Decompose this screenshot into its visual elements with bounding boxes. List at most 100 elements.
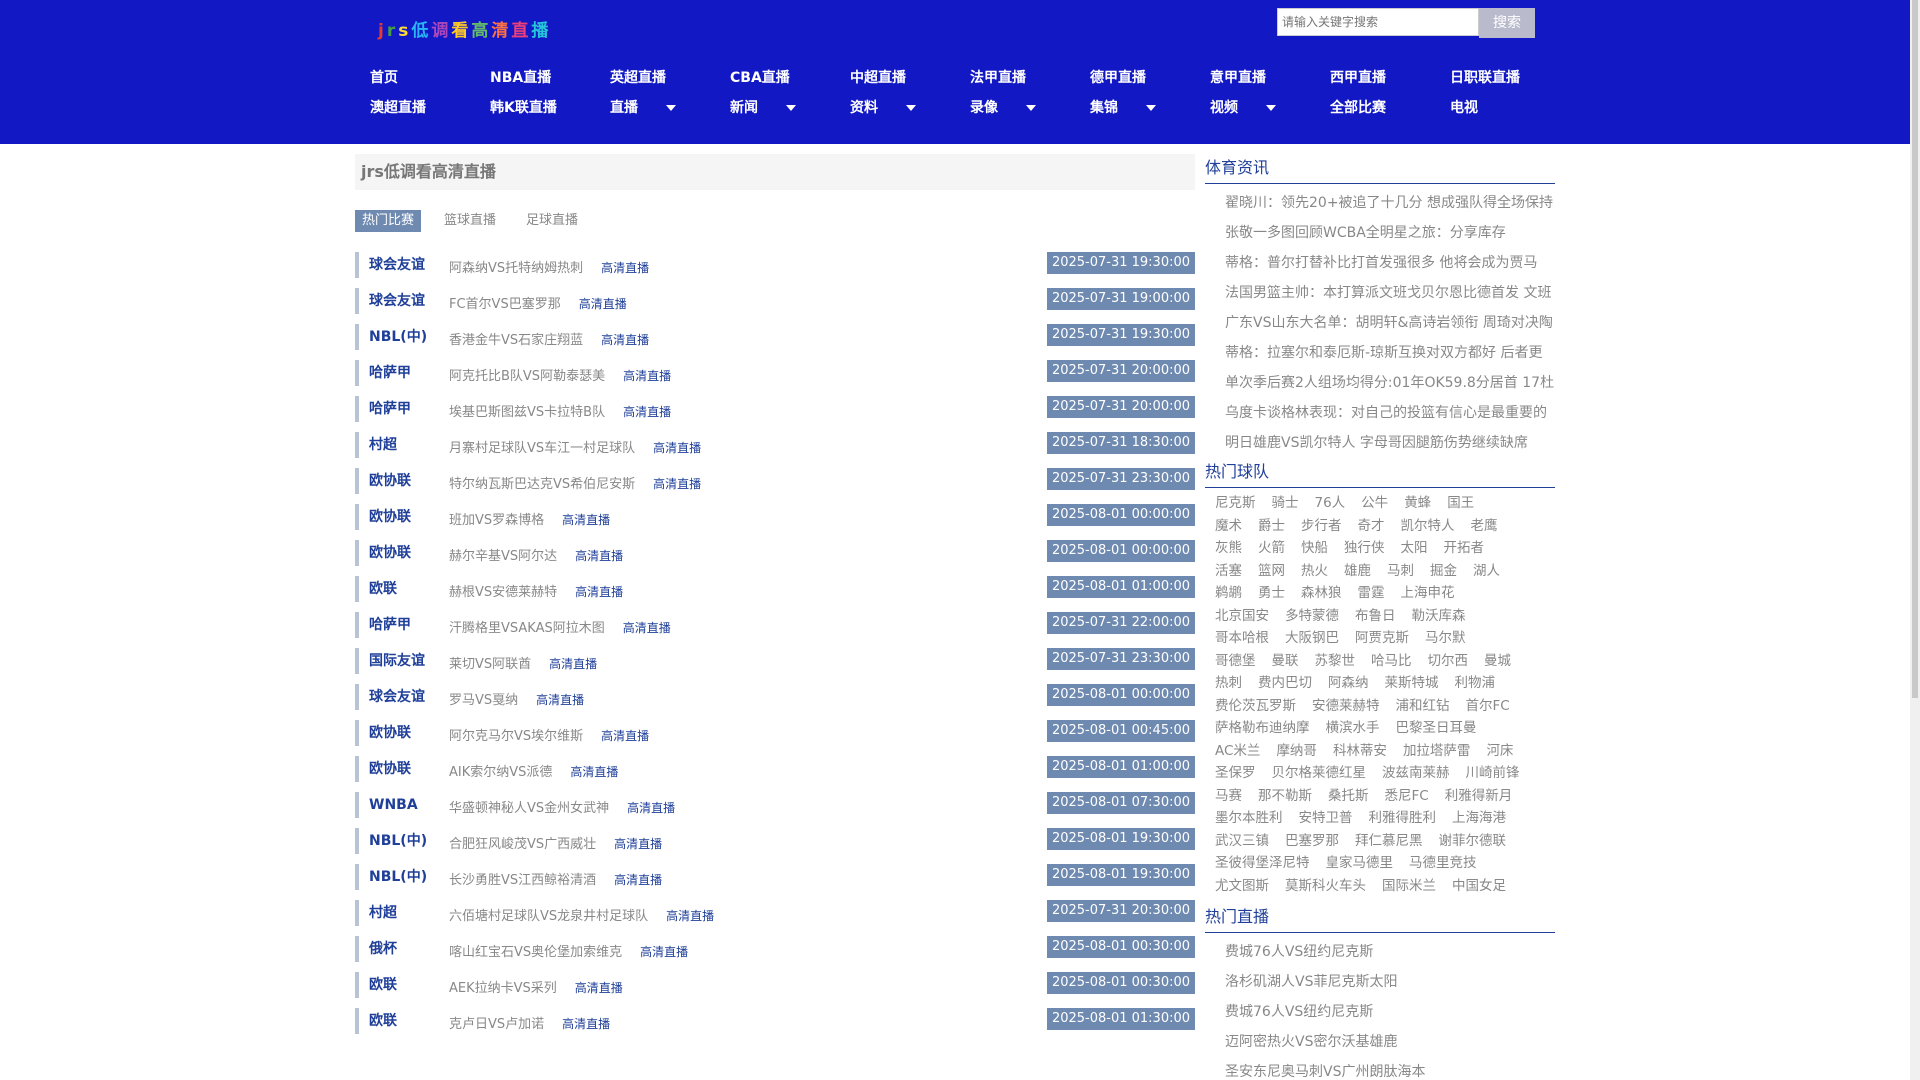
- team-link[interactable]: 莱斯特城: [1385, 675, 1439, 691]
- nav-link[interactable]: 首页: [370, 66, 480, 90]
- team-link[interactable]: 热刺: [1215, 675, 1242, 691]
- news-link[interactable]: 蒂格：普尔打替补比打首发强很多 他将会成为贾马: [1225, 248, 1555, 278]
- team-link[interactable]: 波兹南莱赫: [1382, 765, 1450, 781]
- league-name[interactable]: 欧协联: [355, 720, 411, 746]
- league-name[interactable]: 欧协联: [355, 504, 411, 530]
- news-link[interactable]: 蒂格：拉塞尔和泰厄斯-琼斯互换对双方都好 后者更: [1225, 338, 1555, 368]
- team-link[interactable]: 步行者: [1301, 518, 1342, 534]
- team-link[interactable]: 哈马比: [1371, 653, 1412, 669]
- team-link[interactable]: 悉尼FC: [1385, 788, 1429, 804]
- match-teams[interactable]: 罗马VS戛纳: [449, 693, 518, 708]
- nav-link[interactable]: 德甲直播: [1090, 66, 1200, 90]
- match-teams[interactable]: 汗腾格里VSAKAS阿拉木图: [449, 621, 605, 636]
- team-link[interactable]: 阿贾克斯: [1355, 630, 1409, 646]
- live-link[interactable]: 高清直播: [623, 405, 671, 419]
- live-item-link[interactable]: 洛杉矶湖人VS菲尼克斯太阳: [1225, 967, 1555, 997]
- match-teams[interactable]: 赫尔辛基VS阿尔达: [449, 549, 557, 564]
- news-link[interactable]: 单次季后赛2人组场均得分:01年OK59.8分居首 17杜: [1225, 368, 1555, 398]
- nav-link[interactable]: NBA直播: [490, 66, 600, 90]
- team-link[interactable]: 火箭: [1258, 540, 1285, 556]
- match-teams[interactable]: AEK拉纳卡VS采列: [449, 981, 557, 996]
- team-link[interactable]: 老鹰: [1471, 518, 1498, 534]
- live-link[interactable]: 高清直播: [653, 477, 701, 491]
- team-link[interactable]: 黄蜂: [1404, 495, 1431, 511]
- live-link[interactable]: 高清直播: [575, 981, 623, 995]
- team-link[interactable]: 湖人: [1473, 563, 1500, 579]
- news-link[interactable]: 明日雄鹿VS凯尔特人 字母哥因腿筋伤势继续缺席: [1225, 428, 1555, 458]
- league-name[interactable]: 欧协联: [355, 468, 411, 494]
- team-link[interactable]: 安德莱赫特: [1312, 698, 1380, 714]
- team-link[interactable]: 雄鹿: [1344, 563, 1371, 579]
- nav-link[interactable]: 电视: [1450, 96, 1560, 120]
- team-link[interactable]: 北京国安: [1215, 608, 1269, 624]
- team-link[interactable]: 曼城: [1484, 653, 1511, 669]
- league-name[interactable]: 球会友谊: [355, 684, 425, 710]
- live-link[interactable]: 高清直播: [549, 657, 597, 671]
- team-link[interactable]: 马刺: [1387, 563, 1414, 579]
- team-link[interactable]: 勒沃库森: [1412, 608, 1466, 624]
- scrollbar-thumb[interactable]: [1912, 0, 1918, 698]
- league-name[interactable]: 村超: [355, 432, 397, 458]
- tab-1[interactable]: 篮球直播: [437, 210, 503, 232]
- league-name[interactable]: 欧协联: [355, 756, 411, 782]
- team-link[interactable]: 川崎前锋: [1466, 765, 1520, 781]
- live-link[interactable]: 高清直播: [575, 585, 623, 599]
- nav-link[interactable]: 中超直播: [850, 66, 960, 90]
- team-link[interactable]: 巴塞罗那: [1285, 833, 1339, 849]
- team-link[interactable]: 苏黎世: [1315, 653, 1356, 669]
- news-link[interactable]: 乌度卡谈格林表现：对自己的投篮有信心是最重要的: [1225, 398, 1555, 428]
- team-link[interactable]: 曼联: [1272, 653, 1299, 669]
- nav-link[interactable]: 韩K联直播: [490, 96, 600, 120]
- team-link[interactable]: 魔术: [1215, 518, 1242, 534]
- team-link[interactable]: 安特卫普: [1299, 810, 1353, 826]
- team-link[interactable]: 墨尔本胜利: [1215, 810, 1283, 826]
- team-link[interactable]: 多特蒙德: [1285, 608, 1339, 624]
- match-teams[interactable]: 月寨村足球队VS车江一村足球队: [449, 441, 635, 456]
- live-link[interactable]: 高清直播: [562, 513, 610, 527]
- team-link[interactable]: 摩纳哥: [1276, 743, 1317, 759]
- live-link[interactable]: 高清直播: [562, 1017, 610, 1031]
- live-link[interactable]: 高清直播: [640, 945, 688, 959]
- team-link[interactable]: 那不勒斯: [1258, 788, 1312, 804]
- league-name[interactable]: 哈萨甲: [355, 396, 411, 422]
- nav-link[interactable]: 日职联直播: [1450, 66, 1560, 90]
- league-name[interactable]: 哈萨甲: [355, 360, 411, 386]
- site-logo[interactable]: jrs低调看高清直播: [378, 16, 551, 41]
- team-link[interactable]: 贝尔格莱德红星: [1272, 765, 1367, 781]
- nav-link[interactable]: 法甲直播: [970, 66, 1080, 90]
- match-teams[interactable]: 埃基巴斯图兹VS卡拉特B队: [449, 405, 605, 420]
- team-link[interactable]: 中国女足: [1452, 878, 1506, 894]
- team-link[interactable]: 利物浦: [1455, 675, 1496, 691]
- live-link[interactable]: 高清直播: [601, 729, 649, 743]
- team-link[interactable]: 尼克斯: [1215, 495, 1256, 511]
- match-teams[interactable]: 长沙勇胜VS江西鲸裕清酒: [449, 873, 596, 888]
- live-item-link[interactable]: 费城76人VS纽约尼克斯: [1225, 937, 1555, 967]
- match-teams[interactable]: 班加VS罗森博格: [449, 513, 544, 528]
- team-link[interactable]: 快船: [1301, 540, 1328, 556]
- league-name[interactable]: 球会友谊: [355, 252, 425, 278]
- team-link[interactable]: 首尔FC: [1466, 698, 1510, 714]
- team-link[interactable]: 马赛: [1215, 788, 1242, 804]
- team-link[interactable]: 国际米兰: [1382, 878, 1436, 894]
- search-button[interactable]: 搜索: [1479, 8, 1535, 38]
- live-link[interactable]: 高清直播: [579, 297, 627, 311]
- live-link[interactable]: 高清直播: [666, 909, 714, 923]
- match-teams[interactable]: 阿克托比B队VS阿勒泰瑟美: [449, 369, 605, 384]
- team-link[interactable]: 开拓者: [1444, 540, 1485, 556]
- team-link[interactable]: 阿森纳: [1328, 675, 1369, 691]
- match-teams[interactable]: AIK索尔纳VS派德: [449, 765, 552, 780]
- live-item-link[interactable]: 迈阿密热火VS密尔沃基雄鹿: [1225, 1027, 1555, 1057]
- team-link[interactable]: 奇才: [1358, 518, 1385, 534]
- team-link[interactable]: 谢菲尔德联: [1439, 833, 1507, 849]
- team-link[interactable]: 国王: [1447, 495, 1474, 511]
- team-link[interactable]: 上海海港: [1452, 810, 1506, 826]
- team-link[interactable]: 横滨水手: [1326, 720, 1380, 736]
- team-link[interactable]: 76人: [1315, 495, 1346, 511]
- team-link[interactable]: 马德里竞技: [1409, 855, 1477, 871]
- nav-dropdown[interactable]: 视频: [1210, 96, 1320, 120]
- team-link[interactable]: AC米兰: [1215, 743, 1260, 759]
- team-link[interactable]: 哥本哈根: [1215, 630, 1269, 646]
- team-link[interactable]: 桑托斯: [1328, 788, 1369, 804]
- nav-link[interactable]: 英超直播: [610, 66, 720, 90]
- team-link[interactable]: 太阳: [1401, 540, 1428, 556]
